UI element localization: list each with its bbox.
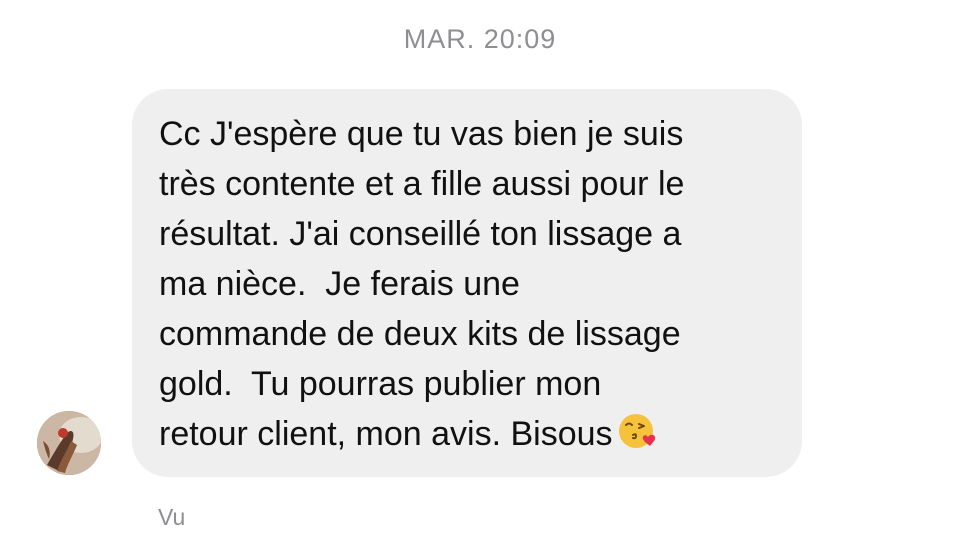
message-line-text: retour client, mon avis. Bisous [159,415,613,453]
sender-avatar[interactable] [37,411,101,475]
message-line: commande de deux kits de lissage [159,315,681,353]
received-message-bubble[interactable]: Cc J'espère que tu vas bien je suis très… [132,89,802,477]
message-line: Cc J'espère que tu vas bien je suis [159,115,684,153]
message-line: gold. Tu pourras publier mon [159,365,602,403]
message-timestamp: MAR. 20:09 [403,24,557,54]
avatar-image [37,411,101,475]
message-line: très contente et a fille aussi pour le [159,165,685,203]
kissing-face-with-heart-icon [617,411,657,465]
message-line-last: retour client, mon avis. Bisous [159,409,776,465]
message-line: résultat. J'ai conseillé ton lissage a [159,215,682,253]
seen-indicator: Vu [158,504,186,530]
message-line: ma nièce. Je ferais une [159,265,520,303]
